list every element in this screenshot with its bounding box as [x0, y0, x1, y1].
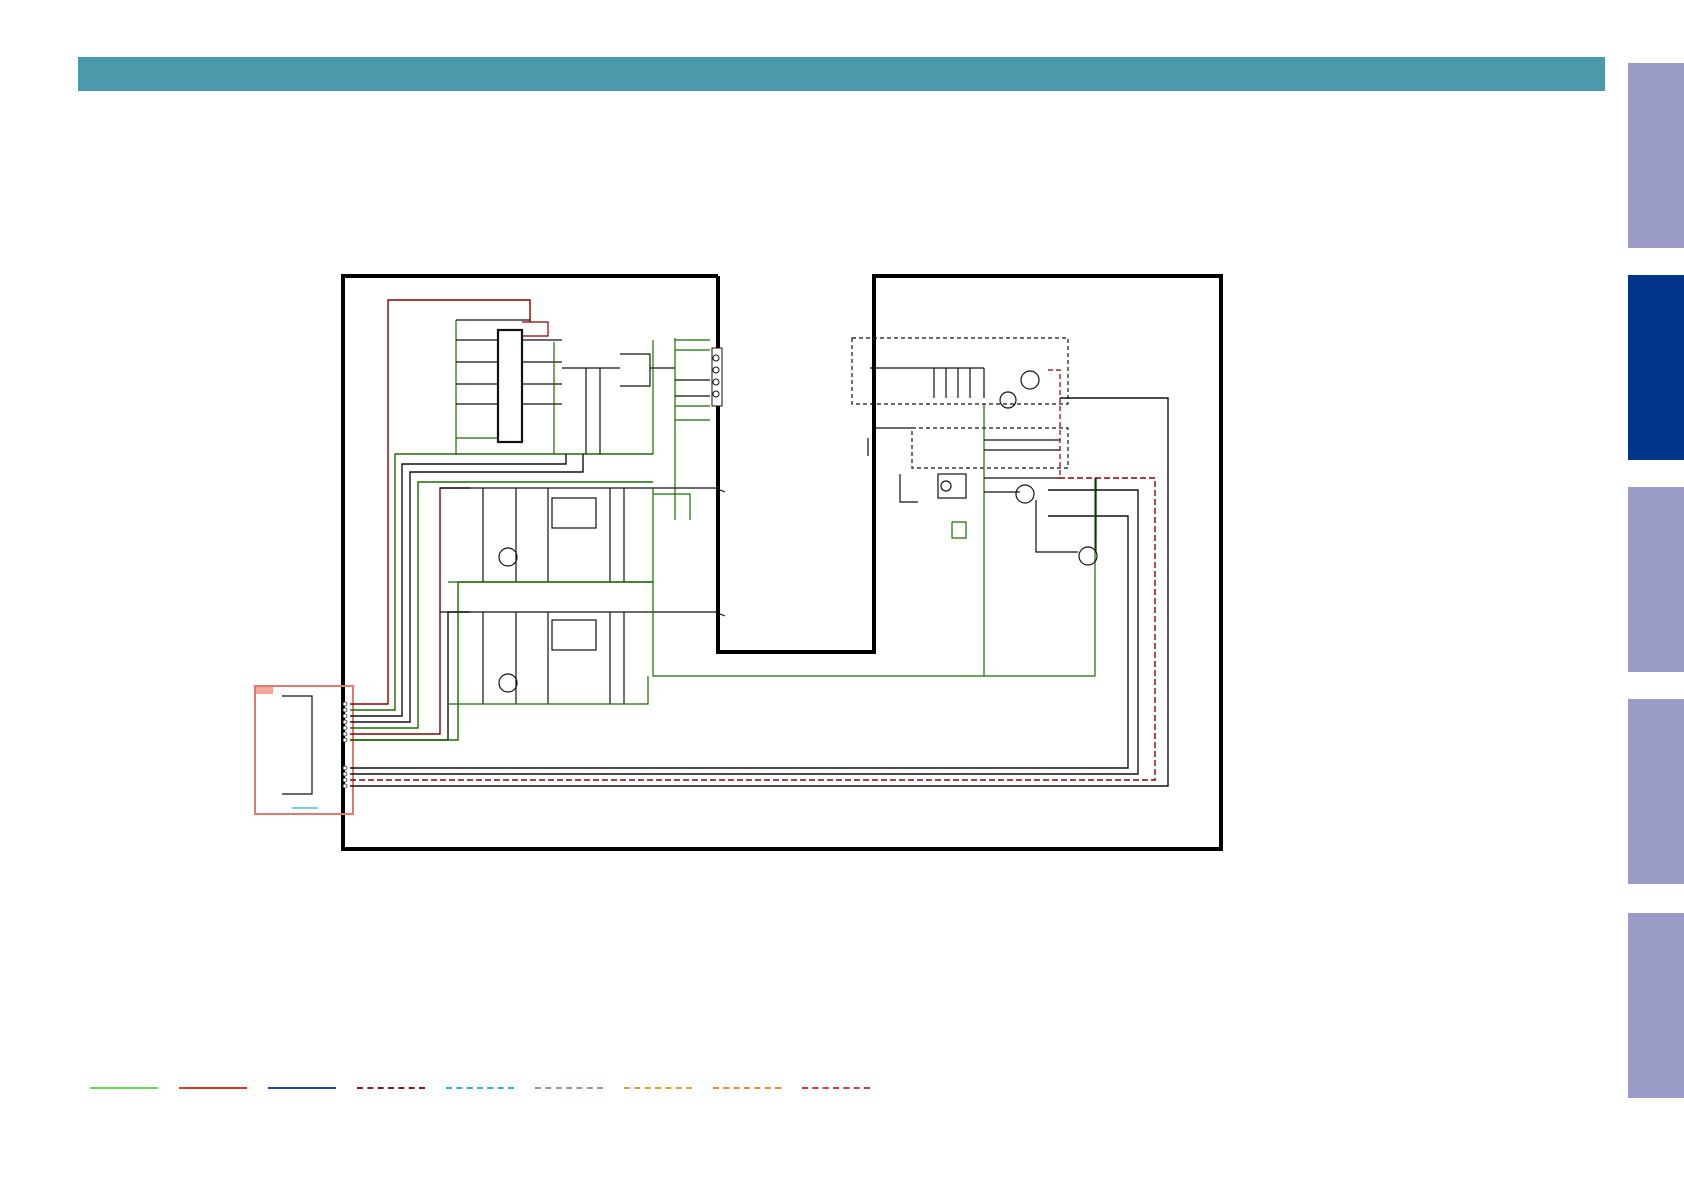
legend-line-3 [268, 1087, 336, 1089]
ic-block-top [455, 319, 710, 520]
amp-section-1 [440, 487, 726, 583]
legend-line-1 [90, 1087, 158, 1089]
amp-section-2 [440, 478, 1096, 705]
wire-bundle-left [350, 299, 653, 741]
wire-color-legend [90, 1082, 890, 1094]
legend-line-6 [535, 1087, 603, 1089]
jack-terminals [711, 347, 723, 407]
wire-bundle-bottom [350, 397, 1169, 787]
legend-line-4 [357, 1087, 425, 1089]
right-section [851, 337, 1098, 676]
legend-line-5 [446, 1087, 514, 1089]
legend-line-8 [713, 1087, 781, 1089]
legend-line-2 [179, 1087, 247, 1089]
schematic-diagram [254, 274, 1223, 851]
legend-line-7 [624, 1087, 692, 1089]
legend-line-9 [802, 1087, 870, 1089]
connector-block [254, 685, 354, 815]
